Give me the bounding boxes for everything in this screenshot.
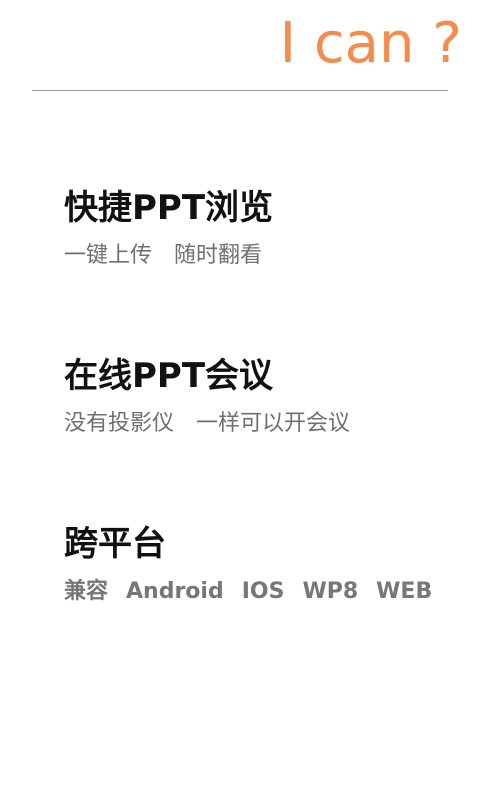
feature-description-part: 一样可以开会议 — [196, 411, 351, 436]
platform-list: 兼容 Android IOS WP8 WEB — [64, 578, 454, 606]
platform-name: WP8 — [302, 579, 359, 604]
feature-online-ppt-meeting: 在线PPT会议 没有投影仪 一样可以开会议 — [64, 356, 454, 438]
platform-name: WEB — [376, 579, 433, 604]
feature-description-part: 没有投影仪 — [64, 411, 175, 436]
feature-title: 跨平台 — [64, 524, 166, 564]
platform-name: IOS — [241, 579, 285, 604]
header-divider — [32, 90, 448, 91]
feature-description: 一键上传 随时翻看 — [64, 242, 454, 270]
feature-description-part: 一键上传 — [64, 243, 153, 268]
intro-screen: I can ? 快捷PPT浏览 一键上传 随时翻看 在线PPT会议 没有投影仪 一样… — [0, 0, 480, 800]
page-title: I can ? — [279, 11, 462, 76]
feature-title: 在线PPT会议 — [64, 356, 274, 396]
feature-description-part: 随时翻看 — [174, 243, 263, 268]
feature-cross-platform: 跨平台 兼容 Android IOS WP8 WEB — [64, 524, 454, 606]
feature-description: 没有投影仪 一样可以开会议 — [64, 410, 454, 438]
platform-name: Android — [126, 579, 224, 604]
feature-quick-ppt-browse: 快捷PPT浏览 一键上传 随时翻看 — [64, 188, 454, 270]
feature-title: 快捷PPT浏览 — [64, 188, 274, 228]
platform-label: 兼容 — [64, 579, 109, 604]
